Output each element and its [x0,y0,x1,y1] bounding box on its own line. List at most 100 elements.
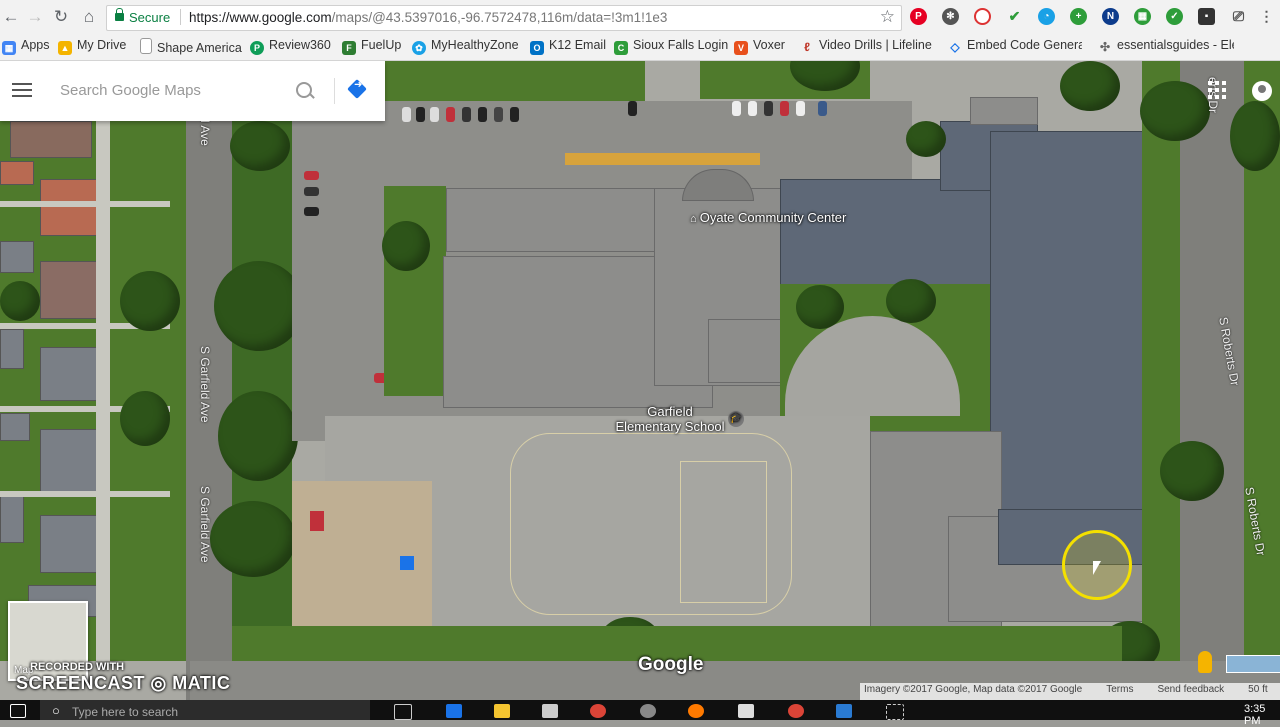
tree [210,501,296,577]
menu-icon[interactable]: ⋮ [1258,8,1275,25]
circle-extension-icon[interactable]: ◔ [1038,8,1055,25]
directions-icon[interactable] [347,79,367,99]
screencast-extension-icon[interactable]: ▪ [1198,8,1215,25]
plus-extension-icon[interactable]: + [1070,8,1087,25]
bookmark-star-icon[interactable]: ☆ [880,7,895,27]
task-view-icon[interactable] [394,704,412,720]
imagery-credit: Imagery ©2017 Google, Map data ©2017 Goo… [864,684,1083,695]
search-input[interactable] [58,81,282,100]
bookmark-review360[interactable]: P Review360 [250,38,331,55]
street-label: S Garfield Ave [198,346,212,423]
taskbar-search[interactable]: ○ Type here to search [40,700,370,720]
account-avatar[interactable] [1252,81,1272,101]
chrome-icon[interactable] [788,704,804,718]
parked-car [416,107,425,122]
url-text[interactable]: https://www.google.com/maps/@43.5397016,… [189,10,667,25]
bookmark-label: K12 Email [549,38,606,52]
parked-car [780,101,789,116]
store-icon[interactable] [542,704,558,718]
search-icon[interactable] [296,82,312,98]
windows-start-icon[interactable] [10,704,26,718]
back-arrow-icon[interactable]: ← [0,6,22,28]
grid-extension-icon[interactable]: ▦ [1134,8,1151,25]
chrome-icon[interactable] [590,704,606,718]
tree [906,121,946,157]
check-extension-icon[interactable]: ✔ [1006,8,1023,25]
bookmark-my-drive[interactable]: ▲ My Drive [58,38,126,55]
bookmark-label: My Drive [77,38,127,52]
windows-taskbar: ○ Type here to search 3:35 PM [0,700,1280,727]
app-icon[interactable] [836,704,852,718]
app-icon[interactable] [640,704,656,718]
bookmark-k12-email[interactable]: O K12 Email [530,38,606,55]
bookmark-apps[interactable]: ▦ Apps [2,38,50,55]
place-label-school[interactable]: Garfield Elementary School [610,404,730,434]
screencast-watermark: RECORDED WITH SCREENCAST ◎ MATIC [16,661,230,694]
pegman-icon[interactable] [1198,651,1212,673]
pinterest-extension-icon[interactable]: P [910,8,927,25]
reload-icon[interactable]: ↻ [50,6,72,28]
app-icon[interactable] [738,704,754,718]
firefox-icon[interactable] [688,704,704,718]
bookmark-essentialsguides[interactable]: ✣ essentialsguides - Ele [1098,38,1234,54]
bookmark-video-drills[interactable]: ℓ Video Drills | Lifeline F [800,38,934,54]
n-extension-icon[interactable]: N [1102,8,1119,25]
page-icon [140,38,152,54]
file-explorer-icon[interactable] [494,704,510,718]
snip-tool-icon[interactable] [886,704,904,720]
block-extension-icon[interactable] [974,8,991,25]
bookmarks-bar: ▦ Apps ▲ My Drive Shape America P Review360… [0,34,1280,61]
embed-icon: ◇ [950,40,960,54]
hamburger-menu-icon[interactable] [12,83,32,97]
bookmark-voxer[interactable]: V Voxer [734,38,785,55]
bookmark-label: MyHealthyZone [431,38,519,52]
terms-link[interactable]: Terms [1106,684,1133,695]
google-drive-icon: ▲ [58,41,72,55]
url-separator [180,9,181,25]
edge-browser-icon[interactable] [446,704,462,718]
bookmark-embed-code-generator[interactable]: ◇ Embed Code Generat [948,38,1082,54]
bookmark-myhealthyzone[interactable]: ✿ MyHealthyZone [412,38,519,55]
bookmark-sioux-falls-login[interactable]: C Sioux Falls Login [614,38,728,55]
parked-car [402,107,411,122]
tree [1140,81,1210,141]
parked-car [304,187,319,196]
url-path: /maps/@43.5397016,-96.7572478,116m/data=… [331,10,668,25]
satellite-map[interactable]: ⌂ Oyate Community Center Garfield Elemen… [0,61,1280,700]
send-feedback-link[interactable]: Send feedback [1157,684,1224,695]
tree [382,221,430,271]
parked-car [748,101,757,116]
tree [218,391,298,481]
school-roof [708,319,782,383]
search-separator [334,78,335,104]
parked-car [446,107,455,122]
layer-thumbnails[interactable] [1226,655,1280,673]
community-center-name: Oyate Community Center [699,210,847,225]
house-roof [0,161,34,185]
bookmark-shape-america[interactable]: Shape America [140,38,242,55]
settings-extension-icon[interactable]: ✻ [942,8,959,25]
scale-bar[interactable]: 50 ft [1248,684,1267,695]
play-structure [310,511,324,531]
secure-indicator[interactable]: Secure [115,8,170,25]
lock-icon [115,8,124,21]
home-icon[interactable]: ⌂ [78,6,100,28]
tree [1160,441,1224,501]
place-label-community-center[interactable]: ⌂ Oyate Community Center [690,210,846,225]
bookmark-label: Apps [21,38,50,52]
taskbar-clock[interactable]: 3:35 PM [1244,703,1280,727]
tree [886,279,936,323]
cast-icon[interactable]: ⎚ [1230,8,1247,25]
community-center-roof [780,179,1007,286]
google-apps-grid-icon[interactable] [1208,81,1226,99]
checkmark-extension-icon[interactable]: ✓ [1166,8,1183,25]
forward-arrow-icon[interactable]: → [24,6,46,28]
house-roof [40,429,98,493]
address-bar[interactable]: Secure https://www.google.com/maps/@43.5… [106,5,902,31]
bookmark-label: essentialsguides - Ele [1117,38,1234,52]
url-host: https://www.google.com [189,10,332,25]
driveway [0,491,170,497]
place-pin-icon: ⌂ [690,213,700,225]
school-icon[interactable]: 🎓 [728,411,744,427]
bookmark-fuelup[interactable]: F FuelUp [342,38,401,55]
